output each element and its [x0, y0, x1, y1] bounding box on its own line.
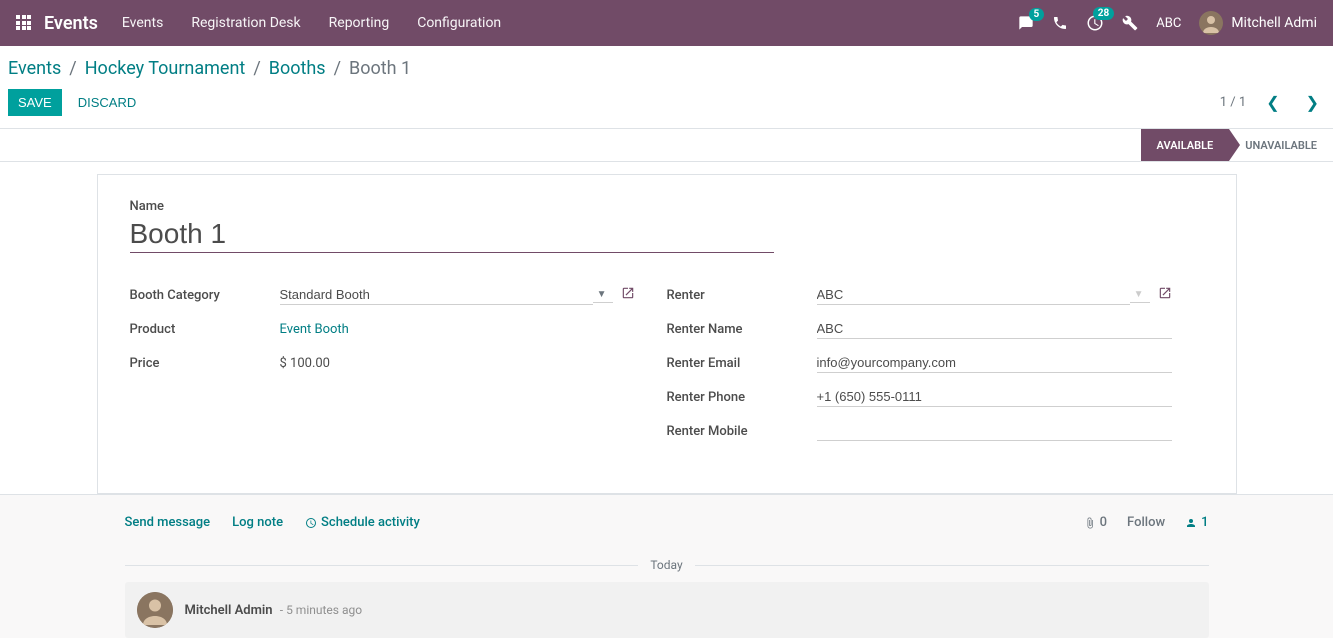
schedule-activity-button[interactable]: Schedule activity [305, 515, 420, 530]
user-menu[interactable]: Mitchell Admi [1199, 11, 1317, 35]
avatar [137, 592, 173, 628]
send-message-button[interactable]: Send message [125, 515, 211, 530]
renter-name-label: Renter Name [667, 322, 817, 337]
log-note-button[interactable]: Log note [232, 515, 283, 530]
breadcrumb-booths[interactable]: Booths [269, 58, 326, 79]
breadcrumb-current: Booth 1 [349, 58, 411, 79]
status-bar: AVAILABLE UNAVAILABLE [0, 129, 1333, 162]
breadcrumb: Events / Hockey Tournament / Booths / Bo… [8, 54, 1325, 89]
breadcrumb-events[interactable]: Events [8, 58, 61, 79]
top-nav: Events Events Registration Desk Reportin… [0, 0, 1333, 46]
price-value: $ 100.00 [280, 354, 635, 373]
name-input[interactable] [130, 218, 774, 253]
discard-button[interactable]: DISCARD [78, 95, 137, 110]
brand[interactable]: Events [44, 13, 98, 34]
messages-badge: 5 [1029, 8, 1045, 21]
booth-category-label: Booth Category [130, 288, 280, 303]
menu-reporting[interactable]: Reporting [329, 15, 390, 31]
form-sheet: Name Booth Category ▼ Product Event Boot… [97, 174, 1237, 494]
external-link-icon[interactable] [1158, 286, 1172, 304]
left-column: Booth Category ▼ Product Event Booth Pri… [130, 283, 667, 453]
company-switcher[interactable]: ABC [1156, 16, 1181, 31]
renter-phone-input[interactable] [817, 387, 1172, 407]
status-available[interactable]: AVAILABLE [1141, 129, 1230, 161]
paperclip-icon [1084, 517, 1096, 529]
renter-mobile-input[interactable] [817, 421, 1172, 441]
renter-phone-label: Renter Phone [667, 390, 817, 405]
price-label: Price [130, 356, 280, 371]
apps-icon[interactable] [16, 15, 32, 31]
message-author: Mitchell Admin [185, 603, 273, 618]
date-divider: Today [125, 558, 1209, 572]
renter-name-input[interactable] [817, 319, 1172, 339]
booth-category-input[interactable] [280, 285, 593, 305]
pager-next[interactable]: ❯ [1300, 91, 1325, 114]
status-unavailable[interactable]: UNAVAILABLE [1229, 129, 1333, 161]
message-item: Mitchell Admin - 5 minutes ago [125, 582, 1209, 638]
product-label: Product [130, 322, 280, 337]
debug-icon[interactable] [1122, 15, 1138, 31]
messages-icon[interactable]: 5 [1018, 15, 1034, 31]
activities-badge: 28 [1093, 7, 1114, 20]
renter-input[interactable] [817, 285, 1130, 305]
phone-icon[interactable] [1052, 15, 1068, 31]
followers-button[interactable]: 1 [1185, 515, 1208, 530]
pager: 1 / 1 ❮ ❯ [1220, 91, 1325, 114]
control-panel: Events / Hockey Tournament / Booths / Bo… [0, 46, 1333, 129]
follow-button[interactable]: Follow [1127, 515, 1165, 530]
breadcrumb-hockey[interactable]: Hockey Tournament [85, 58, 246, 79]
menu-registration-desk[interactable]: Registration Desk [191, 15, 300, 31]
save-button[interactable]: SAVE [8, 89, 62, 116]
clock-icon [305, 517, 317, 529]
dropdown-icon[interactable]: ▼ [593, 287, 613, 303]
form-view: AVAILABLE UNAVAILABLE Name Booth Categor… [0, 129, 1333, 495]
avatar [1199, 11, 1223, 35]
pager-text: 1 / 1 [1220, 95, 1246, 110]
dropdown-icon[interactable]: ▼ [1130, 287, 1150, 303]
renter-email-input[interactable] [817, 353, 1172, 373]
activities-icon[interactable]: 28 [1086, 14, 1104, 32]
renter-email-label: Renter Email [667, 356, 817, 371]
pager-prev[interactable]: ❮ [1260, 91, 1285, 114]
attachments-button[interactable]: 0 [1084, 515, 1107, 530]
name-label: Name [130, 199, 1204, 214]
product-value[interactable]: Event Booth [280, 320, 635, 339]
external-link-icon[interactable] [621, 286, 635, 304]
menu-configuration[interactable]: Configuration [417, 15, 501, 31]
renter-label: Renter [667, 288, 817, 303]
right-column: Renter ▼ Renter Name Renter Email [667, 283, 1204, 453]
renter-mobile-label: Renter Mobile [667, 424, 817, 439]
menu-events[interactable]: Events [122, 15, 163, 31]
systray: 5 28 ABC Mitchell Admi [1018, 11, 1317, 35]
person-icon [1185, 517, 1197, 529]
main-menu: Events Registration Desk Reporting Confi… [122, 15, 501, 31]
message-time: - 5 minutes ago [280, 603, 362, 617]
chatter: Send message Log note Schedule activity … [117, 515, 1217, 638]
